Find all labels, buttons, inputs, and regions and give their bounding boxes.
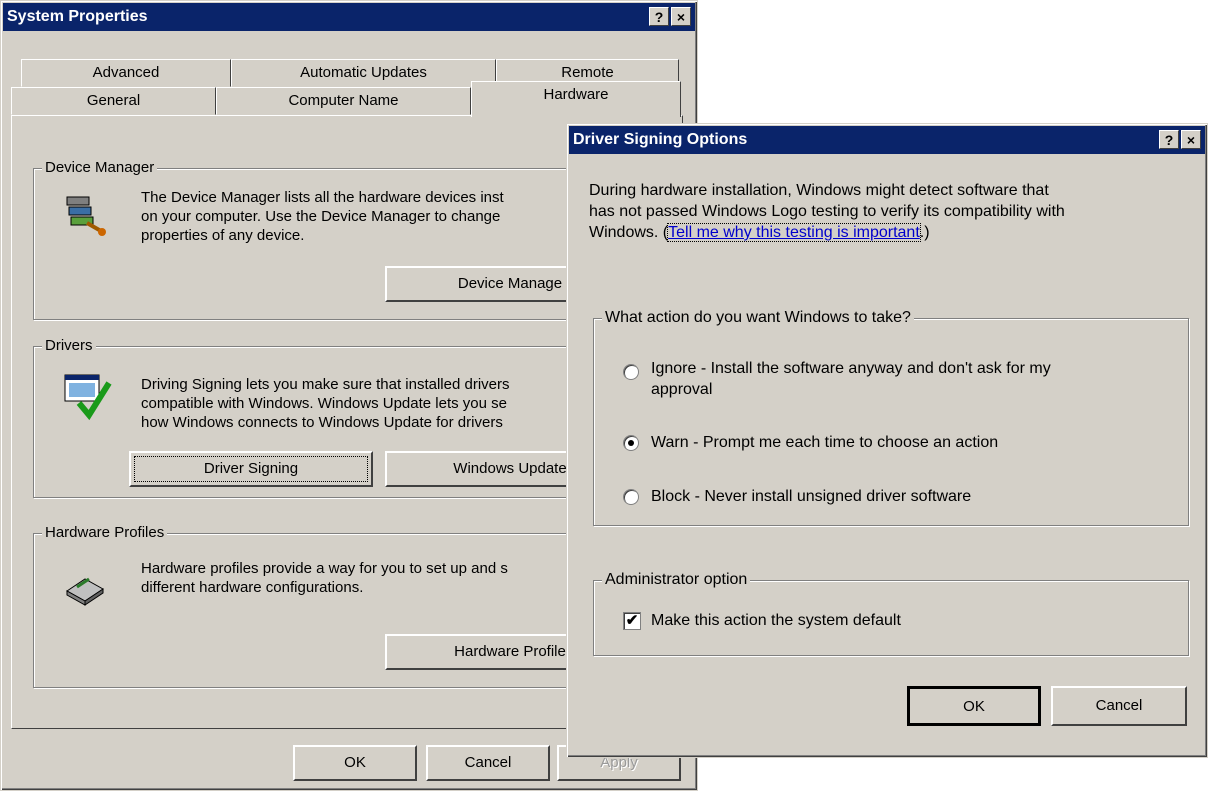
ignore-label-line: approval: [651, 381, 713, 398]
tell-me-why-link[interactable]: Tell me why this testing is important: [667, 223, 921, 242]
close-button[interactable]: ×: [671, 7, 691, 26]
block-radio[interactable]: [623, 489, 639, 505]
hardware-profiles-icon: [66, 577, 104, 606]
administrator-group-legend: Administrator option: [602, 571, 751, 589]
help-button[interactable]: ?: [1159, 130, 1179, 149]
action-group-legend: What action do you want Windows to take?: [602, 309, 914, 327]
intro-line-3: Windows. (Tell me why this testing is im…: [589, 222, 1199, 243]
tab-advanced[interactable]: Advanced: [21, 59, 231, 87]
ok-button[interactable]: OK: [293, 745, 417, 781]
tab-hardware[interactable]: Hardware: [471, 81, 681, 117]
hardware-profiles-legend: Hardware Profiles: [42, 524, 168, 542]
system-properties-titlebar[interactable]: System Properties ? ×: [3, 3, 695, 31]
drivers-legend: Drivers: [42, 337, 96, 355]
block-option-label[interactable]: Block - Never install unsigned driver so…: [651, 486, 1171, 507]
driver-signing-titlebar[interactable]: Driver Signing Options ? ×: [569, 126, 1205, 154]
dialog-title: Driver Signing Options: [573, 131, 748, 148]
ignore-option-label[interactable]: Ignore - Install the software anyway and…: [651, 358, 1171, 400]
ignore-radio[interactable]: [623, 364, 639, 380]
tab-computer-name[interactable]: Computer Name: [216, 87, 471, 115]
warn-option-label[interactable]: Warn - Prompt me each time to choose an …: [651, 432, 1171, 453]
device-manager-legend: Device Manager: [42, 159, 158, 177]
driver-signing-button-label: Driver Signing: [203, 460, 299, 477]
driver-signing-options-dialog: Driver Signing Options ? × During hardwa…: [566, 123, 1208, 758]
dialog-ok-button[interactable]: OK: [907, 686, 1041, 726]
window-title: System Properties: [7, 8, 148, 25]
device-manager-text-line: The Device Manager lists all the hardwar…: [141, 189, 504, 206]
hardware-profiles-description: Hardware profiles provide a way for you …: [141, 559, 571, 597]
windows-update-button-label: Windows Update: [453, 460, 567, 477]
system-default-label[interactable]: Make this action the system default: [651, 610, 901, 631]
dialog-cancel-button[interactable]: Cancel: [1051, 686, 1187, 726]
device-manager-description: The Device Manager lists all the hardwar…: [141, 188, 571, 245]
intro-line-prefix: Windows. (: [589, 224, 669, 241]
system-default-checkbox[interactable]: ✔: [623, 612, 641, 630]
device-manager-text-line: on your computer. Use the Device Manager…: [141, 208, 501, 225]
drivers-text-line: compatible with Windows. Windows Update …: [141, 395, 507, 412]
hardware-profiles-text-line: different hardware configurations.: [141, 579, 364, 596]
device-manager-text-line: properties of any device.: [141, 227, 305, 244]
drivers-text-line: Driving Signing lets you make sure that …: [141, 376, 510, 393]
intro-line-suffix: .): [919, 224, 930, 241]
intro-line: During hardware installation, Windows mi…: [589, 182, 1049, 199]
drivers-description: Driving Signing lets you make sure that …: [141, 375, 571, 432]
hardware-profiles-button-label: Hardware Profile: [454, 643, 566, 660]
drivers-text-line: how Windows connects to Windows Update f…: [141, 414, 503, 431]
warn-radio[interactable]: [623, 435, 639, 451]
device-manager-button-label: Device Manage: [457, 275, 563, 292]
driver-signing-button[interactable]: Driver Signing: [129, 451, 373, 487]
tab-automatic-updates[interactable]: Automatic Updates: [231, 59, 496, 87]
intro-line: has not passed Windows Logo testing to v…: [589, 203, 1065, 220]
device-manager-icon: [66, 196, 106, 236]
cancel-button[interactable]: Cancel: [426, 745, 550, 781]
hardware-profiles-text-line: Hardware profiles provide a way for you …: [141, 560, 508, 577]
drivers-icon: [64, 374, 112, 421]
help-button[interactable]: ?: [649, 7, 669, 26]
ignore-label-line: Ignore - Install the software anyway and…: [651, 360, 1051, 377]
close-button[interactable]: ×: [1181, 130, 1201, 149]
intro-text: During hardware installation, Windows mi…: [589, 180, 1199, 243]
tab-general[interactable]: General: [11, 87, 216, 115]
